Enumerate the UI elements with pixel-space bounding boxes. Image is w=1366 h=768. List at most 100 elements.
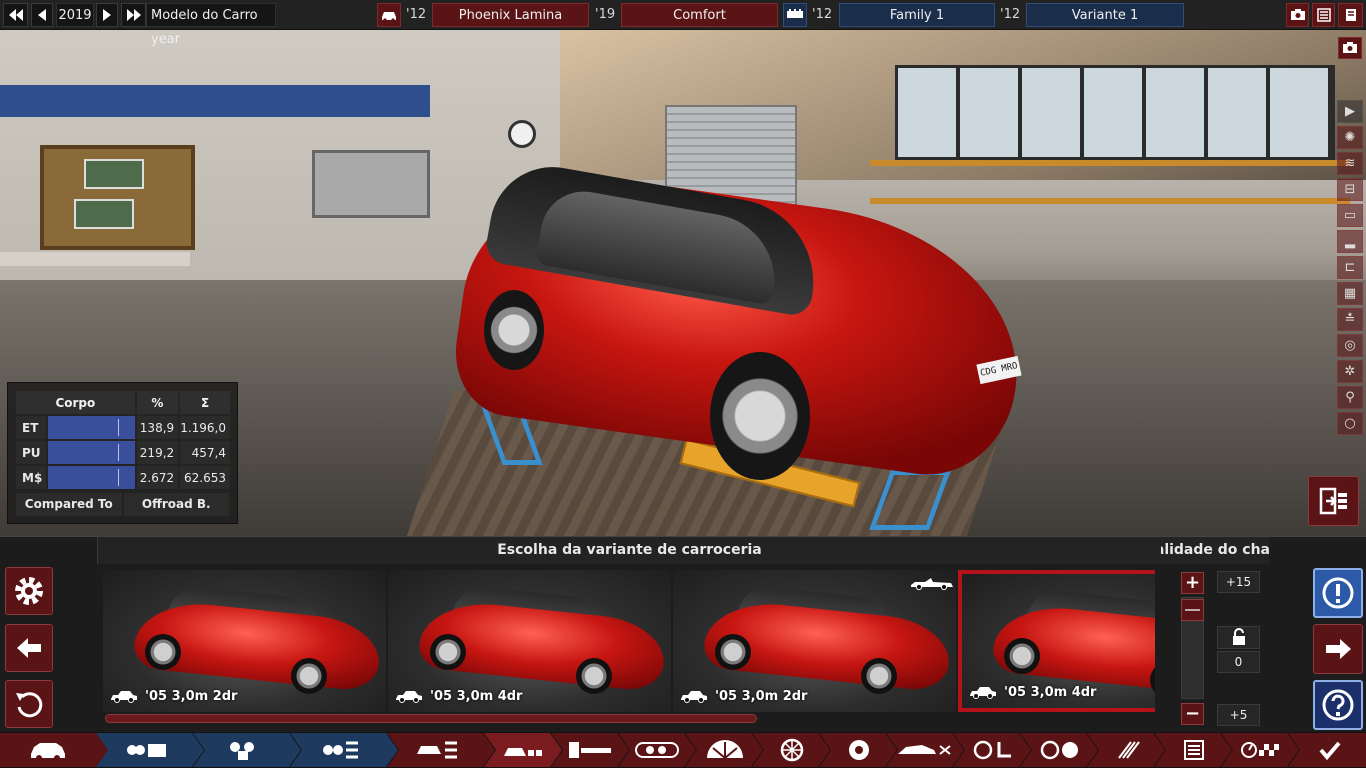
fuel-view-button[interactable]: ▦	[1337, 282, 1363, 305]
first-year-button[interactable]	[3, 3, 28, 27]
card-car-wheel	[430, 634, 466, 670]
nav-family[interactable]	[290, 733, 398, 767]
variant-card-selected[interactable]: '05 3,0m 4dr	[958, 570, 1155, 712]
quality-title: Qualidade do chassi	[1161, 542, 1269, 558]
nav-tyres[interactable]	[685, 733, 763, 767]
next-year-button[interactable]	[96, 3, 118, 27]
spring-view-button[interactable]: ≋	[1337, 152, 1363, 175]
speedometer-icon	[1239, 738, 1283, 762]
exit-door-icon	[1319, 487, 1347, 515]
nav-test[interactable]	[1221, 733, 1299, 767]
info-button[interactable]	[1313, 568, 1363, 618]
nav-drivetrain[interactable]	[1087, 733, 1165, 767]
camera-icon	[1343, 42, 1357, 53]
tyre-icon	[703, 738, 747, 762]
summary-button[interactable]	[1312, 3, 1335, 27]
fuel-icon: ▦	[1343, 286, 1357, 301]
nav-steering[interactable]	[1020, 733, 1098, 767]
stats-row-label: M$	[16, 466, 46, 489]
car-icon	[31, 743, 65, 761]
nav-variant[interactable]	[387, 733, 495, 767]
model-year-label: Modelo do Carro year	[146, 3, 276, 47]
nav-list[interactable]	[1154, 733, 1232, 767]
nav-rims[interactable]	[752, 733, 830, 767]
interior-view-button[interactable]: ⊏	[1337, 256, 1363, 279]
projection-screen	[312, 150, 430, 218]
road-view-button[interactable]: ≛	[1337, 308, 1363, 331]
stats-row: PU 219,2 457,4	[16, 441, 230, 464]
sedan-icon	[681, 691, 707, 703]
quality-slider-handle[interactable]	[1181, 599, 1204, 621]
model-name[interactable]: Phoenix Lamina	[432, 3, 589, 27]
variant-name[interactable]: Variante 1	[1026, 3, 1184, 27]
engine-view-button[interactable]: ⊟	[1337, 178, 1363, 201]
gearbox-icon: ▭	[1343, 208, 1357, 223]
top-bar: 2019 Modelo do Carro year '12 Phoenix La…	[0, 0, 1366, 47]
stats-bar	[47, 466, 135, 489]
card-car-wheel	[715, 634, 751, 670]
stats-bar	[47, 416, 135, 439]
back-button[interactable]	[5, 624, 53, 672]
right-arrow-icon	[1326, 639, 1351, 659]
person-view-button[interactable]: ⚲	[1337, 386, 1363, 409]
reset-view-button[interactable]: ○	[1337, 412, 1363, 435]
help-button[interactable]	[1313, 680, 1363, 730]
play-icon: ▶	[1345, 104, 1355, 119]
menu-button[interactable]	[1338, 3, 1363, 27]
compared-to-dropdown[interactable]: Offroad B.	[123, 493, 229, 516]
selection-title: Escolha da variante de carroceria	[97, 537, 1161, 564]
quality-increase-button[interactable]: +	[1181, 572, 1204, 594]
engine-family-button[interactable]	[783, 3, 807, 27]
speed-icon: ◎	[1344, 338, 1356, 353]
nav-chassis[interactable]	[484, 733, 562, 767]
compare-row: Compared To Offroad B.	[14, 493, 231, 516]
exit-scene-button[interactable]	[1308, 476, 1359, 526]
nav-car[interactable]	[0, 733, 108, 767]
body-view-button[interactable]: ▂	[1337, 230, 1363, 253]
car-front-icon	[382, 12, 396, 22]
screenshot-button[interactable]	[1286, 3, 1309, 27]
sedan-icon	[396, 691, 422, 703]
speed-view-button[interactable]: ◎	[1337, 334, 1363, 357]
variant-card-label: '05 3,0m 2dr	[109, 686, 237, 706]
gearbox-view-button[interactable]: ▭	[1337, 204, 1363, 227]
variant-card[interactable]: '05 3,0m 2dr	[673, 570, 956, 712]
quality-min-label: +5	[1217, 704, 1260, 726]
family-name[interactable]: Family 1	[839, 3, 995, 27]
nav-brake-disc[interactable]	[819, 733, 897, 767]
camera-view-button[interactable]	[1338, 37, 1362, 59]
list-icon	[1182, 738, 1206, 762]
nav-aero[interactable]	[886, 733, 964, 767]
trim-icon	[223, 738, 263, 762]
play-button[interactable]: ▶	[1337, 100, 1363, 123]
settings-button[interactable]	[5, 567, 53, 615]
settings-view-button[interactable]: ✲	[1337, 360, 1363, 383]
prev-year-button[interactable]	[31, 3, 53, 27]
book-icon	[1345, 9, 1356, 21]
next-button[interactable]	[1313, 624, 1363, 674]
board-photo	[84, 159, 144, 189]
model-button[interactable]	[377, 3, 401, 27]
nav-brakes[interactable]	[618, 733, 696, 767]
undo-button[interactable]	[5, 680, 53, 728]
wheel-view-button[interactable]: ✺	[1337, 126, 1363, 149]
last-year-button[interactable]	[121, 3, 146, 27]
view-toolbar: ▶ ✺ ≋ ⊟ ▭ ▂ ⊏ ▦ ≛ ◎ ✲ ⚲ ○	[1337, 100, 1363, 438]
variant-card-text: '05 3,0m 4dr	[1004, 684, 1097, 700]
design-step-ribbon	[0, 732, 1366, 768]
nav-model[interactable]	[96, 733, 204, 767]
stats-header-body: Corpo	[16, 391, 135, 414]
nav-finish[interactable]	[1288, 733, 1366, 767]
steering-icon	[1036, 738, 1084, 762]
variant-card[interactable]: '05 3,0m 2dr	[103, 570, 386, 712]
quality-lock-button[interactable]	[1217, 626, 1260, 649]
cards-scrollbar[interactable]	[105, 714, 757, 723]
brakes-icon	[632, 738, 682, 762]
variant-year: '12	[1000, 7, 1021, 22]
trim-name[interactable]: Comfort	[621, 3, 778, 27]
quality-decrease-button[interactable]: −	[1181, 703, 1204, 725]
nav-interior[interactable]	[953, 733, 1031, 767]
nav-suspension[interactable]	[551, 733, 629, 767]
variant-card[interactable]: '05 3,0m 4dr	[388, 570, 671, 712]
nav-trim[interactable]	[193, 733, 301, 767]
